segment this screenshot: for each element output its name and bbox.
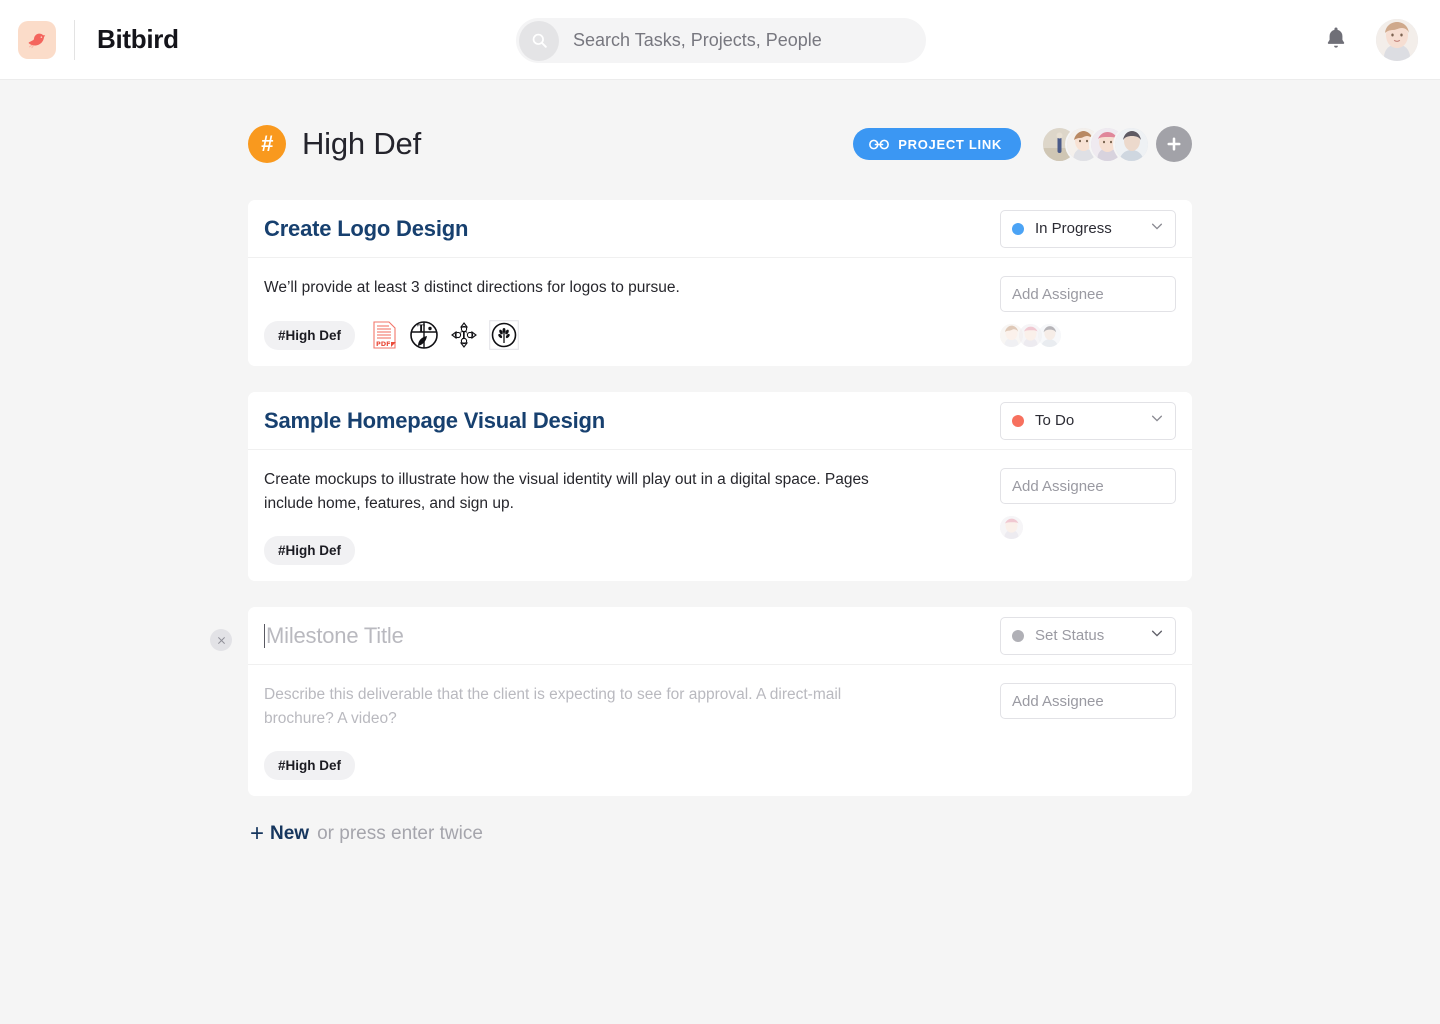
brand[interactable]: Bitbird	[0, 19, 179, 60]
milestone-card-side	[1000, 683, 1176, 780]
task-card-main: Create mockups to illustrate how the vis…	[264, 468, 1000, 565]
task-card-side	[1000, 468, 1176, 565]
brand-divider	[74, 19, 75, 60]
chevron-down-icon	[1150, 219, 1164, 238]
task-title[interactable]: Sample Homepage Visual Design	[264, 408, 605, 434]
svg-text:T: T	[461, 332, 468, 342]
chain-link-icon	[869, 139, 890, 150]
milestone-card-header: Milestone Title Set Status	[248, 607, 1192, 665]
task-card-body: We’ll provide at least 3 distinct direct…	[248, 258, 1192, 366]
text-cursor	[264, 623, 265, 648]
logo-thumbnail-leaf-t[interactable]: T	[409, 320, 439, 350]
status-dropdown[interactable]: Set Status	[1000, 616, 1176, 655]
tag-chip[interactable]: #High Def	[264, 751, 356, 780]
task-card-main: We’ll provide at least 3 distinct direct…	[264, 276, 1000, 350]
milestone-meta-row: #High Def	[264, 751, 976, 780]
add-assignee-input[interactable]	[1000, 468, 1176, 504]
avatar[interactable]	[1115, 127, 1148, 161]
task-title[interactable]: Create Logo Design	[264, 216, 468, 242]
page-content: # High Def PROJECT LINK Create Logo Desi…	[0, 80, 1440, 846]
topbar-actions	[1322, 0, 1418, 80]
add-new-row: + New or press enter twice	[248, 822, 1192, 846]
chevron-down-icon	[1150, 626, 1164, 645]
task-card: Create Logo Design In Progress We’ll pro…	[248, 200, 1192, 366]
project-members	[1043, 126, 1192, 162]
logo-thumbnail-compass-t[interactable]: T	[449, 320, 479, 350]
status-dot	[1012, 414, 1024, 427]
new-milestone-button[interactable]: New	[270, 823, 309, 845]
project-link-button[interactable]: PROJECT LINK	[853, 128, 1021, 160]
plus-icon[interactable]: +	[250, 822, 264, 846]
bell-icon[interactable]	[1322, 24, 1350, 57]
attachment-list: PDF T T	[369, 320, 519, 350]
top-navigation-bar: Bitbird	[0, 0, 1440, 80]
svg-text:PDF: PDF	[376, 340, 391, 348]
milestone-card-body: Describe this deliverable that the clien…	[248, 665, 1192, 796]
task-card-side	[1000, 276, 1176, 350]
add-assignee-input[interactable]	[1000, 276, 1176, 312]
milestone-title-input[interactable]: Milestone Title	[264, 623, 404, 649]
task-description[interactable]: We’ll provide at least 3 distinct direct…	[264, 276, 914, 300]
status-dropdown[interactable]: To Do	[1000, 401, 1176, 440]
assignee-avatars	[1000, 324, 1176, 347]
content-container: # High Def PROJECT LINK Create Logo Desi…	[210, 80, 1192, 846]
status-dot	[1012, 222, 1024, 235]
milestone-card-main: Describe this deliverable that the clien…	[264, 683, 1000, 780]
task-card-body: Create mockups to illustrate how the vis…	[248, 450, 1192, 581]
status-label: In Progress	[1035, 220, 1112, 237]
status-dropdown[interactable]: In Progress	[1000, 209, 1176, 248]
task-card-header: Sample Homepage Visual Design To Do	[248, 392, 1192, 450]
project-link-label: PROJECT LINK	[898, 136, 1002, 152]
tag-chip[interactable]: #High Def	[264, 320, 356, 350]
task-meta-row: #High Def PDF T T	[264, 320, 976, 350]
milestone-card: Milestone Title Set Status Describe this…	[210, 607, 1192, 796]
status-label: Set Status	[1035, 627, 1105, 644]
project-hash-icon: #	[248, 125, 286, 163]
add-member-button[interactable]	[1156, 126, 1192, 162]
new-milestone-hint: or press enter twice	[317, 823, 483, 844]
status-label: To Do	[1035, 412, 1075, 429]
logo-thumbnail-wheat-circle[interactable]	[489, 320, 519, 350]
brand-name: Bitbird	[97, 24, 179, 54]
task-meta-row: #High Def	[264, 536, 976, 565]
global-search[interactable]	[516, 18, 926, 63]
pdf-file-icon[interactable]: PDF	[369, 320, 399, 350]
status-dot	[1012, 629, 1024, 642]
search-input[interactable]	[559, 30, 926, 51]
avatar[interactable]	[1038, 324, 1061, 347]
page-title: High Def	[302, 126, 422, 161]
search-icon	[519, 20, 559, 61]
project-header: # High Def PROJECT LINK	[248, 80, 1192, 200]
milestone-title-placeholder: Milestone Title	[266, 622, 404, 648]
task-card: Sample Homepage Visual Design To Do Crea…	[248, 392, 1192, 581]
chevron-down-icon	[1150, 411, 1164, 430]
bird-logo-icon	[18, 20, 56, 59]
task-card-header: Create Logo Design In Progress	[248, 200, 1192, 258]
close-icon[interactable]	[210, 629, 232, 651]
tag-chip[interactable]: #High Def	[264, 536, 356, 565]
task-description[interactable]: Create mockups to illustrate how the vis…	[264, 468, 914, 516]
svg-text:T: T	[417, 324, 425, 335]
avatar[interactable]	[1000, 516, 1023, 539]
user-avatar[interactable]	[1376, 19, 1418, 61]
project-header-actions: PROJECT LINK	[853, 126, 1192, 162]
add-assignee-input[interactable]	[1000, 683, 1176, 719]
assignee-avatars	[1000, 516, 1176, 539]
milestone-description-input[interactable]: Describe this deliverable that the clien…	[264, 683, 914, 731]
